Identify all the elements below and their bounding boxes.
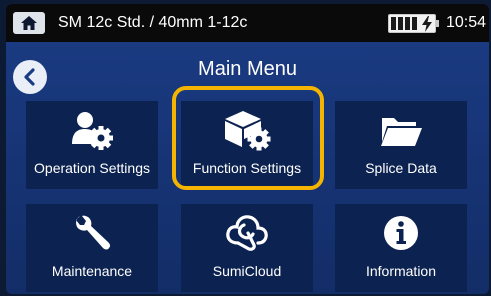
- user-gear-icon: [72, 112, 113, 150]
- cube-gear-icon: [225, 111, 271, 151]
- splice-data-button[interactable]: Splice Data: [335, 101, 467, 189]
- splice-program-title: SM 12c Std. / 40mm 1-12c: [58, 14, 248, 31]
- sumicloud-button[interactable]: SumiCloud: [181, 204, 313, 292]
- device-screen: SM 12c Std. / 40mm 1-12c 10:54 Main Menu: [6, 4, 489, 294]
- clock: 10:54: [446, 14, 487, 31]
- wrench-icon: [76, 215, 111, 250]
- home-icon: [21, 16, 37, 30]
- function-settings-button[interactable]: Function Settings: [181, 101, 313, 189]
- menu-label: Operation Settings: [34, 160, 150, 176]
- folder-icon: [381, 118, 422, 146]
- info-icon: [384, 216, 418, 250]
- operation-settings-button[interactable]: Operation Settings: [26, 101, 158, 189]
- status-bar: SM 12c Std. / 40mm 1-12c 10:54: [6, 4, 489, 42]
- menu-label: Function Settings: [192, 160, 302, 176]
- information-button[interactable]: Information: [335, 204, 467, 292]
- maintenance-button[interactable]: Maintenance: [26, 204, 158, 292]
- menu-label: Splice Data: [365, 160, 437, 176]
- cloud-icon: [226, 215, 268, 251]
- home-button[interactable]: [13, 12, 45, 34]
- menu-label: Maintenance: [51, 263, 133, 279]
- menu-label: Information: [365, 263, 437, 279]
- page-title: Main Menu: [198, 58, 297, 80]
- battery-charging-icon: [388, 14, 439, 33]
- menu-label: SumiCloud: [212, 263, 282, 279]
